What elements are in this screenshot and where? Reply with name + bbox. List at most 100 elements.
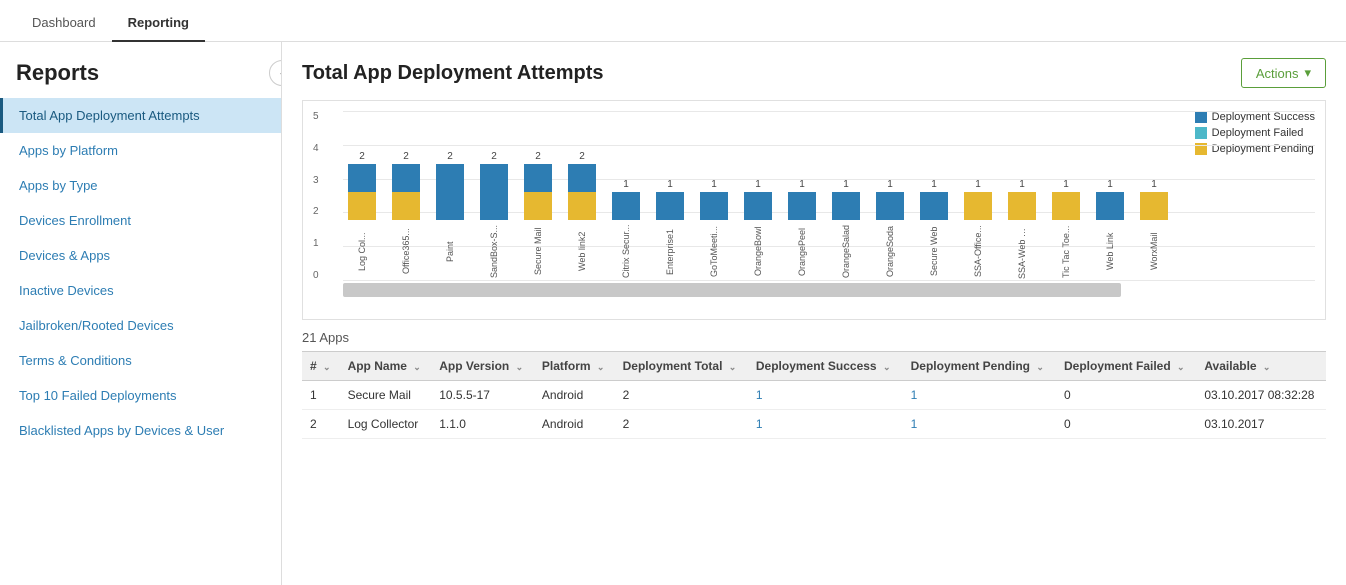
bar-total-label: 2 (579, 151, 585, 162)
bar-group[interactable]: 2Office365... (387, 151, 425, 279)
sidebar-item-8[interactable]: Top 10 Failed Deployments (0, 378, 281, 413)
table-cell: 0 (1056, 381, 1196, 410)
bar-group[interactable]: 2Web link2 (563, 151, 601, 279)
bar-name-label: Enterprise1 (665, 224, 675, 279)
bar-group[interactable]: 2SandBox-S... (475, 151, 513, 279)
bar-pending-segment (348, 192, 376, 220)
apps-count: 21 Apps (302, 330, 1326, 345)
table-column-header[interactable]: Deployment Total ⌄ (615, 352, 748, 381)
bar-total-label: 1 (1107, 179, 1113, 190)
sidebar-item-6[interactable]: Jailbroken/Rooted Devices (0, 308, 281, 343)
bar-name-label: Paint (445, 224, 455, 279)
sidebar-item-7[interactable]: Terms & Conditions (0, 343, 281, 378)
bars-wrapper[interactable]: 2Log Col...2Office365...2Paint2SandBox-S… (343, 111, 1173, 281)
bar-stack (1096, 192, 1124, 220)
bar-group[interactable]: 1OrangeSalad (827, 179, 865, 279)
table-cell: 2 (615, 381, 748, 410)
table-column-header[interactable]: Deployment Failed ⌄ (1056, 352, 1196, 381)
y-axis-label: 5 (313, 111, 319, 122)
tab-reporting[interactable]: Reporting (112, 5, 205, 42)
bar-total-label: 2 (403, 151, 409, 162)
bar-stack (524, 164, 552, 220)
bar-stack (392, 164, 420, 220)
sort-icon: ⌄ (1177, 362, 1185, 372)
bar-group[interactable]: 2Paint (431, 151, 469, 279)
bar-name-label: Citrix Secur... (621, 224, 631, 279)
table-cell[interactable]: 1 (903, 410, 1056, 439)
bar-stack (788, 192, 816, 220)
sidebar-item-1[interactable]: Apps by Platform (0, 133, 281, 168)
bar-stack (964, 192, 992, 220)
bar-success-segment (612, 192, 640, 220)
bar-success-segment (480, 164, 508, 220)
bar-group[interactable]: 1OrangeBowl (739, 179, 777, 279)
sidebar-item-2[interactable]: Apps by Type (0, 168, 281, 203)
bar-group[interactable]: 1SSA-Web Li... (1003, 179, 1041, 279)
table-cell: Android (534, 381, 615, 410)
table-column-header[interactable]: Deployment Pending ⌄ (903, 352, 1056, 381)
table-cell[interactable]: 1 (748, 410, 903, 439)
bar-success-segment (832, 192, 860, 220)
sidebar-item-9[interactable]: Blacklisted Apps by Devices & User (0, 413, 281, 448)
table-column-header[interactable]: # ⌄ (302, 352, 340, 381)
sidebar-item-3[interactable]: Devices Enrollment (0, 203, 281, 238)
bar-total-label: 1 (711, 179, 717, 190)
bar-stack (1140, 192, 1168, 220)
table-row: 2Log Collector1.1.0Android211003.10.2017 (302, 410, 1326, 439)
table-cell: 1 (302, 381, 340, 410)
bar-group[interactable]: 1GoToMeeti... (695, 179, 733, 279)
sort-icon: ⌄ (883, 362, 891, 372)
table-row: 1Secure Mail10.5.5-17Android211003.10.20… (302, 381, 1326, 410)
bar-total-label: 2 (535, 151, 541, 162)
bar-success-segment (920, 192, 948, 220)
bar-group[interactable]: 2Secure Mail (519, 151, 557, 279)
table-cell[interactable]: 1 (748, 381, 903, 410)
table-cell[interactable]: 1 (903, 381, 1056, 410)
bar-success-segment (700, 192, 728, 220)
bar-group[interactable]: 1Web Link (1091, 179, 1129, 279)
table-column-header[interactable]: App Name ⌄ (340, 352, 432, 381)
sidebar-item-4[interactable]: Devices & Apps (0, 238, 281, 273)
bar-stack (1052, 192, 1080, 220)
bar-stack (348, 164, 376, 220)
bar-stack (612, 192, 640, 220)
bar-group[interactable]: 1 Enterprise1 (651, 179, 689, 279)
table-column-header[interactable]: Deployment Success ⌄ (748, 352, 903, 381)
bar-stack (1008, 192, 1036, 220)
sidebar-item-5[interactable]: Inactive Devices (0, 273, 281, 308)
table-cell[interactable]: Secure Mail (340, 381, 432, 410)
y-axis-label: 0 (313, 270, 319, 281)
bar-total-label: 1 (667, 179, 673, 190)
sidebar-item-0[interactable]: Total App Deployment Attempts (0, 98, 281, 133)
bar-success-segment (436, 164, 464, 220)
bar-stack (744, 192, 772, 220)
bar-pending-segment (1008, 192, 1036, 220)
chevron-down-icon: ▾ (1304, 65, 1311, 81)
bar-total-label: 1 (623, 179, 629, 190)
bar-group[interactable]: 1Tic Tac Toe... (1047, 179, 1085, 279)
bar-group[interactable]: 1 Citrix Secur... (607, 179, 645, 279)
bar-group[interactable]: 1OrangePeel (783, 179, 821, 279)
table-column-header[interactable]: Platform ⌄ (534, 352, 615, 381)
sort-icon: ⌄ (516, 362, 524, 372)
bar-pending-segment (524, 192, 552, 220)
bar-group[interactable]: 2Log Col... (343, 151, 381, 279)
chart-inner: 012345 2Log Col...2Office365...2Paint2Sa… (343, 111, 1315, 281)
sort-icon: ⌄ (323, 362, 331, 372)
bar-group[interactable]: 1Secure Web (915, 179, 953, 279)
table-column-header[interactable]: Available ⌄ (1196, 352, 1326, 381)
bar-total-label: 1 (1151, 179, 1157, 190)
bar-group[interactable]: 1OrangeSoda (871, 179, 909, 279)
table-column-header[interactable]: App Version ⌄ (431, 352, 534, 381)
bar-name-label: OrangePeel (797, 224, 807, 279)
sidebar-title: Reports (0, 42, 281, 98)
chart-scrollbar[interactable] (343, 283, 1121, 297)
bar-group[interactable]: 1WorxMail (1135, 179, 1173, 279)
tab-dashboard[interactable]: Dashboard (16, 5, 112, 42)
actions-button[interactable]: Actions ▾ (1241, 58, 1326, 88)
bar-success-segment (788, 192, 816, 220)
page-title: Total App Deployment Attempts (302, 62, 603, 85)
table-cell[interactable]: Log Collector (340, 410, 432, 439)
sort-icon: ⌄ (597, 362, 605, 372)
bar-group[interactable]: 1SSA-Office... (959, 179, 997, 279)
